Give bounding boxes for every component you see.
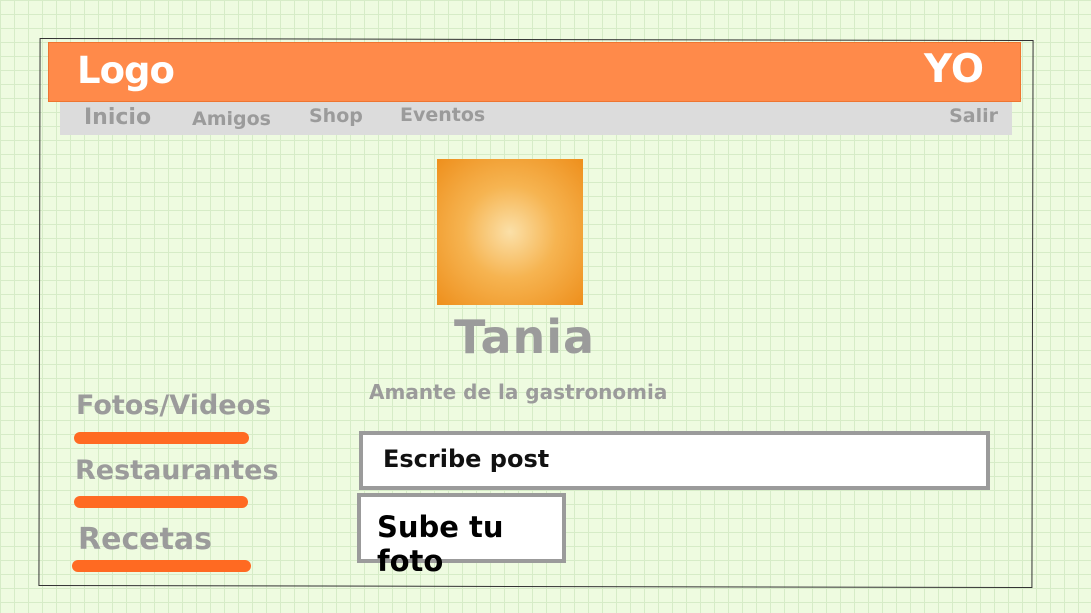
nav-item-amigos[interactable]: Amigos [192,108,271,130]
sidebar-underline [72,560,251,572]
header-bar: Logo YO [48,42,1021,102]
nav-bar: Inicio Amigos Shop Eventos Salir [60,102,1012,135]
profile-bio: Amante de la gastronomia [369,380,668,404]
sidebar-underline [74,432,249,444]
profile-name: Tania [454,310,596,364]
post-input-placeholder: Escribe post [383,445,550,473]
nav-item-eventos[interactable]: Eventos [400,104,485,126]
user-menu[interactable]: YO [924,47,984,92]
sidebar-underline [74,496,248,508]
post-input[interactable]: Escribe post [359,431,990,490]
sidebar-item-fotos-videos[interactable]: Fotos/Videos [76,390,271,421]
nav-item-shop[interactable]: Shop [309,105,363,127]
logo[interactable]: Logo [77,49,175,92]
sidebar-item-recetas[interactable]: Recetas [78,522,212,557]
logout-link[interactable]: Salir [949,105,998,127]
sidebar-item-restaurantes[interactable]: Restaurantes [75,455,279,486]
upload-photo-label: Sube tu foto [377,510,504,578]
profile-avatar[interactable] [437,159,583,305]
nav-item-inicio[interactable]: Inicio [84,105,151,130]
upload-photo-button[interactable]: Sube tu foto [357,493,566,578]
